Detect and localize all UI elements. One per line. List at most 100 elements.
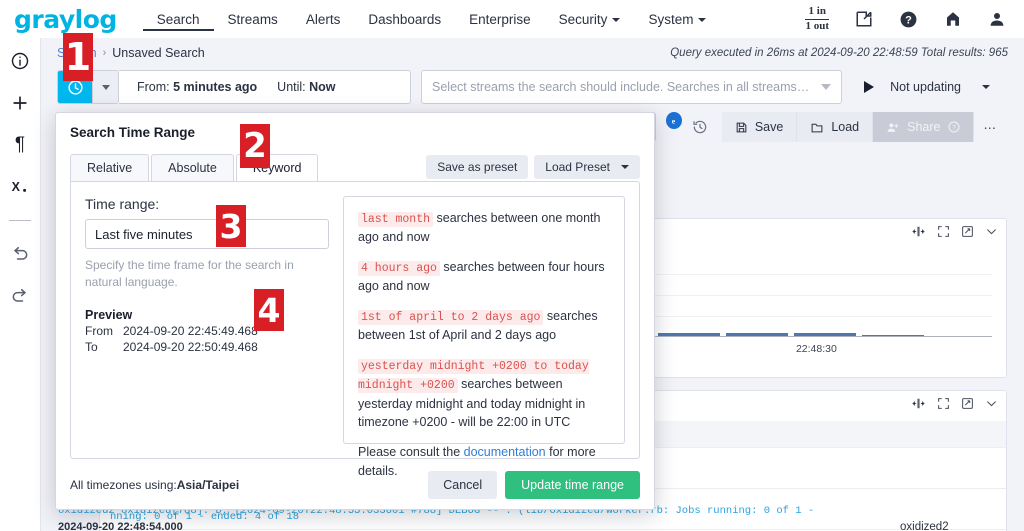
nav-item-dashboards[interactable]: Dashboards: [354, 8, 455, 31]
breadcrumb-current: Unsaved Search: [112, 46, 205, 60]
query-history-icon[interactable]: [692, 112, 708, 142]
preview-to-label: To: [85, 339, 98, 354]
redo-icon[interactable]: [8, 285, 32, 307]
cancel-label: Cancel: [443, 478, 483, 492]
streams-placeholder: Select streams the search should include…: [432, 80, 810, 94]
annotation-badge-4: 4: [254, 289, 284, 331]
until-value: Now: [309, 80, 336, 94]
throughput-indicator[interactable]: 1 in 1 out: [805, 5, 829, 32]
until-label: Until:: [277, 80, 306, 94]
more-actions-button[interactable]: ⋯: [973, 112, 1008, 142]
modal-body: Time range: Last five minutes Specify th…: [70, 181, 640, 478]
nav-item-enterprise[interactable]: Enterprise: [455, 8, 545, 31]
save-button[interactable]: Save: [721, 112, 798, 142]
edit-icon[interactable]: [961, 397, 974, 415]
keyword-value: Last five minutes: [95, 226, 193, 242]
timezone-value: Asia/Taipei: [176, 478, 240, 492]
chart-x-tick: 22:48:30: [795, 343, 837, 355]
keyword-example: yesterday midnight +0200 to today midnig…: [358, 356, 610, 432]
refresh-control[interactable]: Not updating: [854, 70, 1008, 104]
info-icon[interactable]: [8, 50, 32, 72]
streams-select[interactable]: Select streams the search should include…: [421, 70, 843, 104]
fullscreen-icon[interactable]: [937, 225, 950, 243]
user-icon[interactable]: [988, 10, 1006, 28]
preview-title: Preview: [85, 307, 133, 322]
from-label: From:: [137, 80, 170, 94]
search-controls-row: From: 5 minutes ago Until: Now Select st…: [57, 70, 1008, 104]
rail-divider: [9, 220, 31, 221]
chevron-down-icon[interactable]: [985, 225, 998, 243]
nav-item-search[interactable]: Search: [142, 8, 214, 31]
keyword-example: last month searches between one month ag…: [358, 209, 610, 247]
svg-text:X: X: [12, 180, 21, 194]
save-label: Save: [754, 120, 784, 134]
compact-icon[interactable]: [911, 397, 926, 415]
plus-icon[interactable]: [8, 92, 32, 114]
load-preset-button[interactable]: Load Preset: [534, 155, 640, 179]
keyword-example: 4 hours ago searches between four hours …: [358, 258, 610, 296]
chevron-down-icon: [101, 84, 110, 90]
modal-title: Search Time Range: [70, 124, 196, 140]
share-button: Share ?: [873, 112, 974, 142]
save-as-preset-button[interactable]: Save as preset: [426, 155, 529, 179]
chevron-down-icon: [982, 85, 990, 89]
modal-footer-buttons: Cancel Update time range: [428, 471, 640, 499]
throughput-out: 1 out: [805, 20, 829, 32]
time-range-display[interactable]: From: 5 minutes ago Until: Now: [119, 70, 411, 104]
search-time-range-modal: Search Time Range Relative Absolute Keyw…: [55, 112, 655, 510]
navbar-right: 1 in 1 out ?: [805, 5, 1010, 32]
edit-icon[interactable]: [855, 10, 873, 28]
modal-tabs: Relative Absolute Keyword Save as preset…: [56, 151, 654, 181]
widget-toolbar: [911, 397, 998, 415]
tab-absolute[interactable]: Absolute: [151, 154, 234, 181]
play-icon[interactable]: [864, 81, 875, 93]
chevron-down-icon: [612, 17, 621, 22]
from-display: From: 5 minutes ago: [137, 80, 257, 94]
nav-label: Enterprise: [469, 11, 531, 27]
nav-item-security[interactable]: Security: [545, 8, 635, 31]
nav-label: Security: [558, 11, 608, 27]
annotation-badge-2: 2: [240, 124, 270, 168]
nav-item-streams[interactable]: Streams: [214, 8, 292, 31]
nav-label: Dashboards: [368, 11, 442, 27]
chevron-down-icon[interactable]: [985, 397, 998, 415]
cancel-button[interactable]: Cancel: [428, 471, 498, 499]
home-icon[interactable]: [944, 10, 962, 28]
keyword-examples-panel: last month searches between one month ag…: [343, 196, 625, 478]
load-label: Load: [831, 120, 860, 134]
nav-label: System: [648, 11, 694, 27]
keyword-form: Time range: Last five minutes Specify th…: [85, 196, 329, 444]
nav-label: Search: [156, 11, 200, 27]
time-range-dropdown-button[interactable]: [92, 71, 118, 103]
undo-icon[interactable]: [8, 243, 32, 265]
nav-item-system[interactable]: System: [634, 8, 720, 31]
query-execution-info: Query executed in 26ms at 2024-09-20 22:…: [670, 47, 1008, 59]
tab-relative[interactable]: Relative: [70, 154, 150, 181]
top-navbar: graylog Search Streams Alerts Dashboards…: [0, 0, 1024, 38]
timezone-label: All timezones using:: [70, 478, 177, 492]
edit-icon[interactable]: [961, 225, 974, 243]
update-time-range-button[interactable]: Update time range: [505, 471, 640, 499]
modal-footer: All timezones using:Asia/Taipei Cancel U…: [56, 461, 654, 509]
example-code: last month: [358, 212, 434, 227]
graylog-logo[interactable]: graylog: [14, 7, 117, 32]
pilcrow-icon[interactable]: ¶: [8, 134, 32, 156]
nav-item-alerts[interactable]: Alerts: [292, 8, 355, 31]
query-badge-icon[interactable]: e: [665, 112, 682, 129]
fullscreen-icon[interactable]: [937, 397, 950, 415]
breadcrumb-separator: ›: [102, 47, 107, 59]
help-icon[interactable]: ?: [899, 10, 918, 29]
preview-to-value: 2024-09-20 22:50:49.468: [123, 339, 258, 354]
load-button[interactable]: Load: [797, 112, 874, 142]
preset-label: Load Preset: [545, 160, 610, 174]
compact-icon[interactable]: [911, 225, 926, 243]
graylog-search-page: graylog Search Streams Alerts Dashboards…: [0, 0, 1024, 531]
from-value: 5 minutes ago: [173, 80, 258, 94]
x-subscript-icon[interactable]: X: [8, 176, 32, 198]
documentation-link[interactable]: documentation: [464, 445, 546, 459]
timezone-note: All timezones using:Asia/Taipei: [70, 478, 239, 492]
keyword-input[interactable]: Last five minutes: [85, 219, 329, 249]
preset-label: Save as preset: [437, 160, 518, 174]
throughput-in: 1 in: [808, 5, 826, 18]
keyword-example: 1st of april to 2 days ago searches betw…: [358, 307, 610, 345]
